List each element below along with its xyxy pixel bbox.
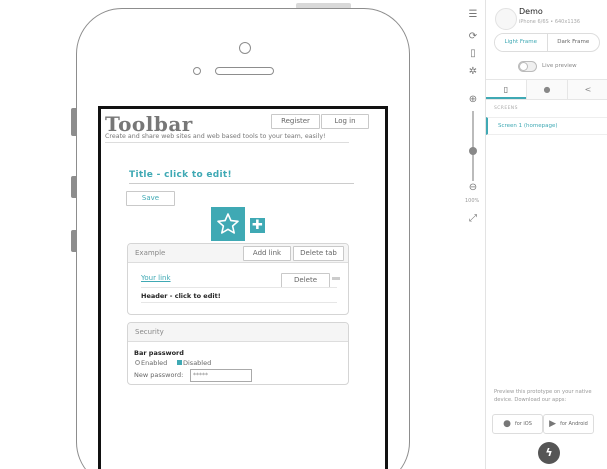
ios-app-button[interactable]: ● for iOS [492, 414, 543, 434]
login-button[interactable]: Log in [321, 114, 369, 129]
comment-icon: ● [543, 85, 551, 94]
zoom-out-icon[interactable]: ⊖ [467, 182, 479, 194]
light-frame-option[interactable]: Light Frame [495, 34, 547, 51]
drag-handle[interactable] [332, 277, 340, 280]
tab-share[interactable]: < [567, 80, 607, 99]
dark-frame-option[interactable]: Dark Frame [546, 34, 600, 51]
apple-icon: ● [503, 419, 511, 429]
menu-icon[interactable]: ☰ [467, 9, 479, 21]
enabled-radio[interactable] [135, 360, 140, 365]
share-icon: < [584, 85, 592, 94]
zoom-slider-handle[interactable] [469, 147, 477, 155]
ios-label: for iOS [514, 421, 532, 427]
register-button[interactable]: Register [271, 114, 320, 129]
toggle-knob [519, 62, 528, 71]
new-password-label: New password: [134, 371, 184, 379]
panel-title: Example [135, 249, 166, 257]
phone-screen: Toolbar Register Log in Create and share… [98, 106, 388, 469]
phone-speaker [215, 67, 274, 75]
star-icon[interactable] [211, 207, 245, 241]
save-button[interactable]: Save [126, 191, 175, 206]
tool-column: ☰ ⟳ ▯ ✲ ⊕ ⊖ 100% ⤢ [462, 0, 484, 469]
panel-header: Security [128, 323, 348, 342]
zoom-slider[interactable] [472, 111, 474, 181]
right-sidebar: Demo iPhone 6/6S • 640x1136 Light Frame … [485, 0, 607, 469]
app-tagline: Create and share web sites and web based… [105, 133, 326, 140]
refresh-icon[interactable]: ⟳ [467, 31, 479, 43]
new-password-input[interactable]: ***** [190, 369, 252, 382]
zoom-in-icon[interactable]: ⊕ [467, 94, 479, 106]
delete-tab-button[interactable]: Delete tab [293, 246, 344, 261]
rotate-device-icon[interactable]: ▯ [467, 48, 479, 60]
phone-sensor [193, 67, 201, 75]
add-icon[interactable]: ✚ [250, 218, 265, 233]
disabled-radio[interactable] [177, 360, 182, 365]
tab-screens[interactable]: ▯ [486, 80, 526, 99]
android-app-button[interactable]: ▶ for Android [543, 414, 594, 434]
page-title[interactable]: Title - click to edit! [129, 170, 232, 180]
tab-comments[interactable]: ● [526, 80, 567, 99]
divider [105, 142, 349, 143]
add-link-button[interactable]: Add link [243, 246, 291, 261]
device-info: iPhone 6/6S • 640x1136 [519, 19, 581, 25]
sidebar-tabs: ▯ ● < [486, 79, 607, 100]
divider [129, 183, 354, 184]
divider [141, 302, 337, 303]
panel-title: Security [135, 328, 164, 336]
disabled-label: Disabled [183, 359, 212, 367]
lightning-logo-icon[interactable]: ϟ [538, 442, 560, 464]
bar-password-label: Bar password [134, 349, 184, 357]
app-root: Toolbar Register Log in Create and share… [0, 0, 607, 469]
delete-button[interactable]: Delete [281, 273, 330, 288]
phone-camera [239, 42, 251, 54]
header-item[interactable]: Header - click to edit! [141, 292, 221, 300]
example-panel: Example Add link Delete tab Your link De… [127, 243, 349, 315]
preview-note: Preview this prototype on your native de… [494, 389, 592, 403]
panel-header: Example Add link Delete tab [128, 244, 348, 263]
live-preview-label: Live preview [542, 63, 577, 69]
play-store-icon: ▶ [549, 419, 557, 429]
link-item[interactable]: Your link [141, 274, 171, 282]
android-label: for Android [560, 421, 588, 427]
screens-heading: SCREENS [494, 106, 518, 111]
avatar [495, 8, 517, 30]
enabled-label: Enabled [141, 359, 168, 367]
magic-wand-icon[interactable]: ✲ [467, 66, 479, 78]
zoom-level: 100% [465, 198, 480, 204]
screen-list-item[interactable]: Screen 1 (homepage) [486, 117, 607, 135]
frame-toggle: Light Frame Dark Frame [494, 33, 600, 52]
divider [141, 287, 337, 288]
live-preview-toggle[interactable] [518, 61, 537, 72]
security-panel: Security Bar password Enabled Disabled N… [127, 322, 349, 385]
mobile-icon: ▯ [503, 85, 509, 94]
project-name: Demo [519, 7, 543, 16]
fit-screen-icon[interactable]: ⤢ [467, 213, 479, 225]
